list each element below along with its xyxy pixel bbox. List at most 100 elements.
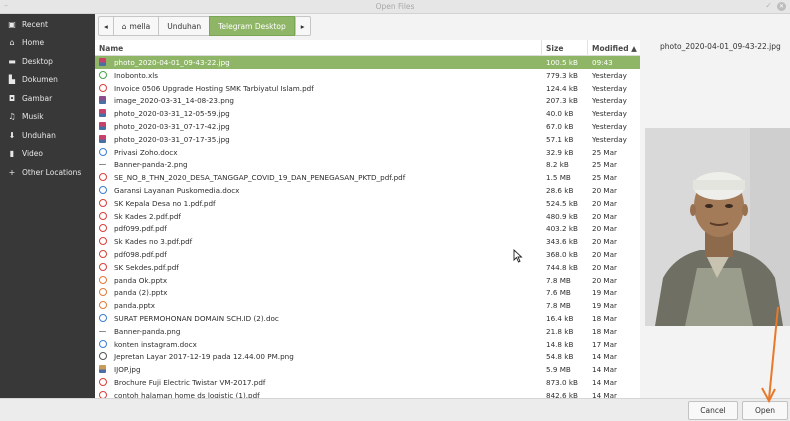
file-row[interactable]: pdf099.pdf.pdf 403.2 kB 20 Mar xyxy=(95,222,640,235)
column-header-size[interactable]: Size xyxy=(546,44,563,53)
image-file-icon xyxy=(99,109,106,118)
music-icon: ♫ xyxy=(8,112,16,122)
minimize-icon[interactable]: ✓ xyxy=(765,1,772,10)
file-size: 7.8 MB xyxy=(546,301,571,311)
file-row[interactable]: pdf098.pdf.pdf 368.0 kB 20 Mar xyxy=(95,248,640,261)
sidebar-item-dokumen[interactable]: ▙ Dokumen xyxy=(0,71,95,90)
crumb-label: Unduhan xyxy=(167,21,202,31)
file-row[interactable]: photo_2020-03-31_07-17-35.jpg 57.1 kB Yest… xyxy=(95,133,640,146)
file-row[interactable]: panda Ok.pptx 7.8 MB 20 Mar xyxy=(95,274,640,287)
path-crumb-unduhan[interactable]: Unduhan xyxy=(158,16,211,36)
sidebar-item-label: Video xyxy=(22,149,44,159)
home-icon: ⌂ xyxy=(9,38,15,48)
file-row[interactable]: Jepretan Layar 2017-12-19 pada 12.44.00 … xyxy=(95,350,640,363)
file-name: contoh halaman home ds logistic (1).pdf xyxy=(114,390,260,398)
close-icon[interactable]: ✕ xyxy=(777,2,786,11)
recent-icon: ▣ xyxy=(8,19,16,29)
file-row[interactable]: contoh halaman home ds logistic (1).pdf 8… xyxy=(95,389,640,398)
file-size: 32.9 kB xyxy=(546,147,574,157)
window-title: Open Files xyxy=(375,2,415,11)
camera-icon: ◘ xyxy=(8,93,16,103)
sidebar-item-label: Other Locations xyxy=(22,167,82,177)
crumb-label: Telegram Desktop xyxy=(218,21,286,31)
file-list: Name Size Modified ▲ photo_2020-04-01_09… xyxy=(95,40,640,398)
file-row[interactable]: Banner-panda.png 21.8 kB 18 Mar xyxy=(95,325,640,338)
file-size: 54.8 kB xyxy=(546,352,574,362)
file-name: pdf098.pdf.pdf xyxy=(114,249,167,259)
pdf-file-icon xyxy=(99,173,107,182)
pdf-file-icon xyxy=(99,83,107,92)
file-row[interactable]: konten instagram.docx 14.8 kB 17 Mar xyxy=(95,338,640,351)
action-bar xyxy=(0,398,790,421)
file-modified: 14 Mar xyxy=(592,377,617,387)
sidebar-item-desktop[interactable]: ▬ Desktop xyxy=(0,52,95,71)
home-icon: ⌂ xyxy=(121,21,127,31)
file-row[interactable]: SK Kepala Desa no 1.pdf.pdf 524.5 kB 20 Ma… xyxy=(95,197,640,210)
file-row[interactable]: Sk Kades no 3.pdf.pdf 343.6 kB 20 Mar xyxy=(95,235,640,248)
file-row[interactable]: Brochure Fuji Electric Twistar VM-2017.p… xyxy=(95,376,640,389)
path-crumb-mella[interactable]: ⌂ mella xyxy=(112,16,160,36)
pdf-file-icon xyxy=(99,198,107,207)
file-row[interactable]: photo_2020-03-31_12-05-59.jpg 40.0 kB Yest… xyxy=(95,107,640,120)
file-modified: 18 Mar xyxy=(592,313,617,323)
file-row[interactable]: Sk Kades 2.pdf.pdf 480.9 kB 20 Mar xyxy=(95,210,640,223)
file-row[interactable]: panda (2).pptx 7.6 MB 19 Mar xyxy=(95,286,640,299)
file-row[interactable]: Privasi Zoho.docx 32.9 kB 25 Mar xyxy=(95,146,640,159)
sidebar-item-other-locations[interactable]: + Other Locations xyxy=(0,163,95,182)
file-name: Garansi Layanan Puskomedia.docx xyxy=(114,185,240,195)
file-row[interactable]: photo_2020-04-01_09-43-22.jpg 100.5 kB 09:… xyxy=(95,56,640,69)
file-name: Banner-panda.png xyxy=(114,326,181,336)
sidebar-item-label: Dokumen xyxy=(22,75,58,85)
sidebar-item-recent[interactable]: ▣ Recent xyxy=(0,15,95,34)
sidebar-item-label: Recent xyxy=(22,19,48,29)
file-size: 1.5 MB xyxy=(546,173,571,183)
file-row[interactable]: Invoice 0506 Upgrade Hosting SMK Tarbiya… xyxy=(95,82,640,95)
file-size: 480.9 kB xyxy=(546,211,578,221)
file-modified: 09:43 xyxy=(592,58,613,67)
pdf-file-icon xyxy=(99,237,107,246)
file-modified: 20 Mar xyxy=(592,262,617,272)
presentation-file-icon xyxy=(99,301,107,310)
file-row[interactable]: Banner-panda-2.png 8.2 kB 25 Mar xyxy=(95,158,640,171)
file-row[interactable]: Garansi Layanan Puskomedia.docx 28.6 kB 20… xyxy=(95,184,640,197)
file-row[interactable]: photo_2020-03-31_07-17-42.jpg 67.0 kB Yest… xyxy=(95,120,640,133)
preview-image xyxy=(645,128,790,326)
column-header-modified[interactable]: Modified ▲ xyxy=(592,44,637,53)
open-button[interactable]: Open xyxy=(742,401,788,420)
sidebar-item-musik[interactable]: ♫ Musik xyxy=(0,108,95,127)
column-header-name[interactable]: Name xyxy=(99,44,123,53)
blank-file-icon xyxy=(99,164,106,166)
file-name: SK Kepala Desa no 1.pdf.pdf xyxy=(114,198,216,208)
sidebar-item-unduhan[interactable]: ⬇ Unduhan xyxy=(0,126,95,145)
presentation-file-icon xyxy=(99,275,107,284)
file-row[interactable]: Inobonto.xls 779.3 kB Yesterday xyxy=(95,69,640,82)
file-list-header: Name Size Modified ▲ xyxy=(95,40,640,56)
file-name: Privasi Zoho.docx xyxy=(114,147,178,157)
places-sidebar: ▣ Recent ⌂ Home ▬ Desktop ▙ Dokumen ◘ Ga… xyxy=(0,14,95,398)
file-row[interactable]: image_2020-03-31_14-08-23.png 207.3 kB Yes… xyxy=(95,94,640,107)
sidebar-item-video[interactable]: ▮ Video xyxy=(0,145,95,164)
file-modified: Yesterday xyxy=(592,121,627,131)
path-crumb-telegram-desktop[interactable]: Telegram Desktop xyxy=(209,16,295,36)
image-file-icon xyxy=(99,134,106,143)
file-row[interactable]: SK Sekdes.pdf.pdf 744.8 kB 20 Mar xyxy=(95,261,640,274)
file-row[interactable]: panda.pptx 7.8 MB 19 Mar xyxy=(95,299,640,312)
path-forward-button[interactable]: ▸ xyxy=(294,16,311,36)
file-size: 403.2 kB xyxy=(546,224,578,234)
file-size: 524.5 kB xyxy=(546,198,578,208)
file-size: 67.0 kB xyxy=(546,121,574,131)
file-row[interactable]: SURAT PERMOHONAN DOMAIN SCH.ID (2).doc 16… xyxy=(95,312,640,325)
file-size: 57.1 kB xyxy=(546,134,574,144)
file-row[interactable]: IJOP.jpg 5.9 MB 14 Mar xyxy=(95,363,640,376)
file-name: panda (2).pptx xyxy=(114,288,168,298)
file-row[interactable]: SE_NO_8_THN_2020_DESA_TANGGAP_COVID_19_D… xyxy=(95,171,640,184)
path-back-button[interactable]: ◂ xyxy=(98,16,114,36)
file-name: konten instagram.docx xyxy=(114,339,197,349)
file-size: 5.9 MB xyxy=(546,365,571,375)
file-modified: 19 Mar xyxy=(592,288,617,298)
file-size: 207.3 kB xyxy=(546,96,578,106)
sidebar-item-home[interactable]: ⌂ Home xyxy=(0,34,95,53)
doc-file-icon xyxy=(99,339,107,348)
cancel-button[interactable]: Cancel xyxy=(688,401,738,420)
sidebar-item-gambar[interactable]: ◘ Gambar xyxy=(0,89,95,108)
